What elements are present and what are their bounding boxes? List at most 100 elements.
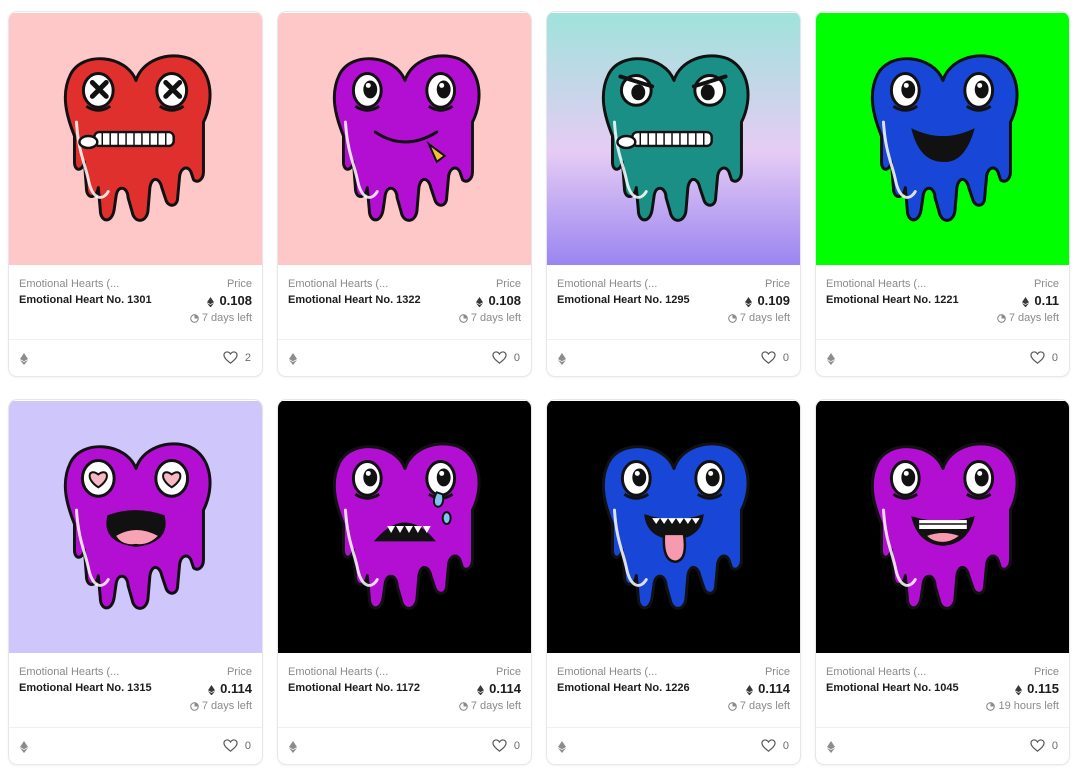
like-count: 0 (244, 740, 251, 752)
time-left-text: 7 days left (1008, 312, 1059, 324)
collection-name[interactable]: Emotional Hearts (... (557, 278, 657, 290)
nft-card[interactable]: Emotional Hearts (... Emotional Heart No.… (8, 11, 263, 377)
nft-artwork[interactable] (9, 12, 262, 266)
like-button[interactable]: 0 (1030, 351, 1058, 365)
like-button[interactable]: 2 (223, 351, 251, 365)
time-left: 7 days left (190, 312, 252, 324)
price-value: 0.109 (745, 293, 790, 308)
collection-name[interactable]: Emotional Hearts (... (288, 666, 388, 678)
clock-icon (190, 313, 199, 323)
nft-name[interactable]: Emotional Heart No. 1172 (288, 681, 428, 696)
time-left-text: 7 days left (470, 700, 521, 712)
nft-info: Emotional Hearts (... Emotional Heart No.… (278, 266, 531, 340)
nft-artwork[interactable] (278, 12, 531, 266)
like-button[interactable]: 0 (223, 739, 251, 753)
heart-outline-icon (492, 351, 507, 365)
clock-icon (459, 313, 468, 323)
nft-artwork[interactable] (278, 400, 531, 654)
nft-card[interactable]: Emotional Hearts (... Emotional Heart No.… (546, 11, 801, 377)
nft-name[interactable]: Emotional Heart No. 1301 (19, 293, 159, 308)
nft-card[interactable]: Emotional Hearts (... Emotional Heart No.… (546, 399, 801, 765)
ethereum-icon (558, 352, 566, 365)
price-label: Price (764, 666, 790, 678)
price-value: 0.108 (476, 293, 521, 308)
price-label: Price (1033, 666, 1059, 678)
collection-name[interactable]: Emotional Hearts (... (288, 278, 388, 290)
clock-icon (986, 701, 996, 711)
ethereum-icon (558, 740, 566, 753)
card-footer: 0 (816, 728, 1069, 764)
clock-icon (728, 313, 737, 323)
like-count: 0 (1051, 740, 1058, 752)
nft-card[interactable]: Emotional Hearts (... Emotional Heart No.… (277, 11, 532, 377)
price-amount: 0.108 (488, 293, 521, 308)
time-left: 7 days left (997, 312, 1059, 324)
nft-name[interactable]: Emotional Heart No. 1045 (826, 681, 966, 696)
ethereum-icon (20, 740, 28, 753)
nft-card[interactable]: Emotional Hearts (... Emotional Heart No.… (815, 11, 1070, 377)
ethereum-icon (827, 740, 835, 753)
heart-outline-icon (1030, 739, 1045, 753)
like-button[interactable]: 0 (761, 351, 789, 365)
price-amount: 0.115 (1027, 681, 1059, 696)
like-count: 0 (782, 740, 789, 752)
card-footer: 0 (816, 340, 1069, 376)
like-button[interactable]: 0 (761, 739, 789, 753)
collection-name[interactable]: Emotional Hearts (... (19, 278, 119, 290)
time-left-text: 7 days left (470, 312, 521, 324)
nft-artwork[interactable] (9, 400, 262, 654)
nft-info: Emotional Hearts (... Emotional Heart No.… (816, 654, 1069, 728)
time-left: 7 days left (728, 312, 790, 324)
ethereum-icon (20, 352, 28, 365)
price-label: Price (495, 278, 521, 290)
like-button[interactable]: 0 (492, 351, 520, 365)
price-amount: 0.108 (219, 293, 252, 308)
collection-name[interactable]: Emotional Hearts (... (19, 666, 119, 678)
time-left: 7 days left (728, 700, 790, 712)
heart-outline-icon (761, 739, 776, 753)
nft-artwork[interactable] (816, 400, 1069, 654)
nft-card[interactable]: Emotional Hearts (... Emotional Heart No.… (277, 399, 532, 765)
heart-outline-icon (223, 739, 238, 753)
nft-artwork[interactable] (547, 12, 800, 266)
price-amount: 0.114 (220, 681, 252, 696)
ethereum-icon (745, 295, 753, 307)
like-count: 0 (782, 352, 789, 364)
nft-name[interactable]: Emotional Heart No. 1295 (557, 293, 697, 308)
price-value: 0.114 (208, 681, 252, 696)
ethereum-icon (207, 295, 215, 307)
time-left-text: 7 days left (739, 700, 790, 712)
time-left-text: 7 days left (201, 700, 252, 712)
like-button[interactable]: 0 (492, 739, 520, 753)
nft-grid: Emotional Hearts (... Emotional Heart No.… (8, 11, 1070, 765)
price-value: 0.108 (207, 293, 252, 308)
price-value: 0.11 (1022, 293, 1059, 308)
time-left-text: 7 days left (739, 312, 790, 324)
nft-name[interactable]: Emotional Heart No. 1322 (288, 293, 428, 308)
nft-info: Emotional Hearts (... Emotional Heart No.… (278, 654, 531, 728)
nft-name[interactable]: Emotional Heart No. 1221 (826, 293, 966, 308)
nft-artwork[interactable] (547, 400, 800, 654)
time-left: 7 days left (459, 700, 521, 712)
price-amount: 0.109 (757, 293, 790, 308)
like-count: 2 (244, 352, 251, 364)
nft-info: Emotional Hearts (... Emotional Heart No.… (9, 266, 262, 340)
nft-info: Emotional Hearts (... Emotional Heart No.… (547, 654, 800, 728)
collection-name[interactable]: Emotional Hearts (... (826, 666, 926, 678)
price-label: Price (226, 666, 252, 678)
price-amount: 0.114 (489, 681, 521, 696)
like-button[interactable]: 0 (1030, 739, 1058, 753)
nft-name[interactable]: Emotional Heart No. 1315 (19, 681, 159, 696)
ethereum-icon (746, 683, 754, 695)
nft-artwork[interactable] (816, 12, 1069, 266)
like-count: 0 (1051, 352, 1058, 364)
time-left-text: 7 days left (201, 312, 252, 324)
ethereum-icon (1015, 683, 1023, 695)
nft-card[interactable]: Emotional Hearts (... Emotional Heart No.… (8, 399, 263, 765)
nft-card[interactable]: Emotional Hearts (... Emotional Heart No.… (815, 399, 1070, 765)
ethereum-icon (289, 352, 297, 365)
collection-name[interactable]: Emotional Hearts (... (826, 278, 926, 290)
collection-name[interactable]: Emotional Hearts (... (557, 666, 657, 678)
nft-name[interactable]: Emotional Heart No. 1226 (557, 681, 697, 696)
price-label: Price (495, 666, 521, 678)
